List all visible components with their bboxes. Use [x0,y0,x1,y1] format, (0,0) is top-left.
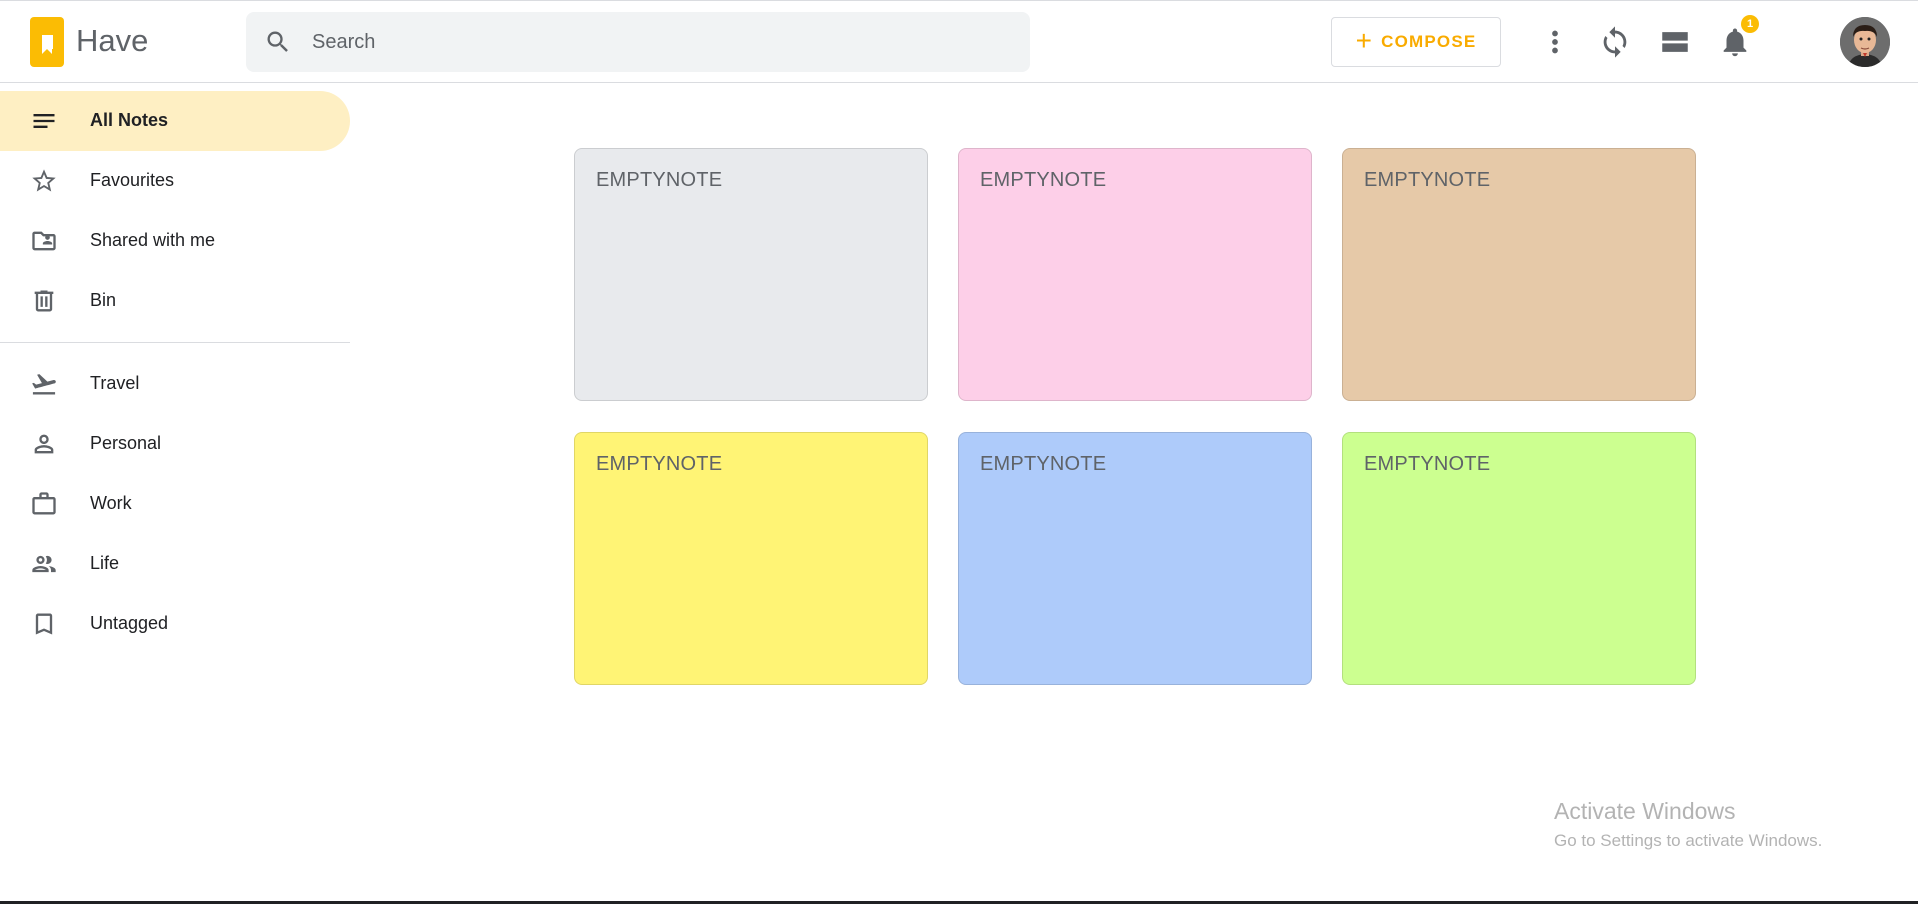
trash-icon [30,287,58,315]
sidebar: All Notes Favourites Shared with me Bin [0,83,350,683]
activate-windows-title: Activate Windows [1554,798,1736,824]
sidebar-item-favourites[interactable]: Favourites [0,151,350,211]
note-title: EMPTYNOTE [596,169,723,191]
search-icon[interactable] [264,28,292,56]
search-input[interactable] [312,26,1002,58]
avatar[interactable] [1840,17,1890,67]
sidebar-item-label: Personal [90,433,162,453]
app-logo-icon[interactable] [30,17,64,67]
note-title: EMPTYNOTE [596,453,723,475]
sidebar-item-label: All Notes [90,110,169,130]
sidebar-item-label: Life [90,553,120,573]
note-title: EMPTYNOTE [1364,453,1491,475]
bookmark-icon [30,610,58,638]
note-card[interactable]: EMPTYNOTE [958,148,1312,401]
refresh-sync-icon[interactable] [1598,25,1632,59]
menu-lines-icon [30,107,58,135]
sidebar-item-travel[interactable]: Travel [0,354,350,414]
note-title: EMPTYNOTE [980,169,1107,191]
star-icon [30,167,58,195]
sidebar-item-label: Favourites [90,170,175,190]
sidebar-item-label: Shared with me [90,230,216,250]
activate-windows-subtitle: Go to Settings to activate Windows. [1554,831,1823,850]
sidebar-item-bin[interactable]: Bin [0,271,350,331]
app-title: Have [76,23,149,58]
note-card[interactable]: EMPTYNOTE [1342,432,1696,685]
sidebar-item-all-notes[interactable]: All Notes [0,91,350,151]
note-card[interactable]: EMPTYNOTE [1342,148,1696,401]
briefcase-icon [30,490,58,518]
flight-icon [30,370,58,398]
sidebar-item-life[interactable]: Life [0,534,350,594]
note-title: EMPTYNOTE [1364,169,1491,191]
notification-badge: 1 [1741,15,1759,33]
list-view-icon[interactable] [1658,25,1692,59]
sidebar-item-label: Untagged [90,613,169,633]
note-card[interactable]: EMPTYNOTE [958,432,1312,685]
sidebar-item-shared-with-me[interactable]: Shared with me [0,211,350,271]
person-icon [30,430,58,458]
note-card[interactable]: EMPTYNOTE [574,148,928,401]
more-vert-icon[interactable] [1538,25,1572,59]
notes-app: Have + COMPOSE 1 [0,0,1918,904]
sidebar-item-work[interactable]: Work [0,474,350,534]
compose-label: COMPOSE [1381,32,1477,51]
sidebar-item-label: Bin [90,290,117,310]
note-card[interactable]: EMPTYNOTE [574,432,928,685]
sidebar-item-untagged[interactable]: Untagged [0,594,350,654]
people-icon [30,550,58,578]
shared-folder-icon [30,227,58,255]
sidebar-item-label: Travel [90,373,140,393]
top-app-bar: Have + COMPOSE 1 [0,0,1918,83]
plus-icon: + [1355,24,1374,56]
sidebar-item-label: Work [90,493,132,513]
note-title: EMPTYNOTE [980,453,1107,475]
search-bar[interactable] [246,12,1030,72]
compose-button[interactable]: + COMPOSE [1331,17,1501,67]
sidebar-divider [0,342,350,343]
sidebar-item-personal[interactable]: Personal [0,414,350,474]
